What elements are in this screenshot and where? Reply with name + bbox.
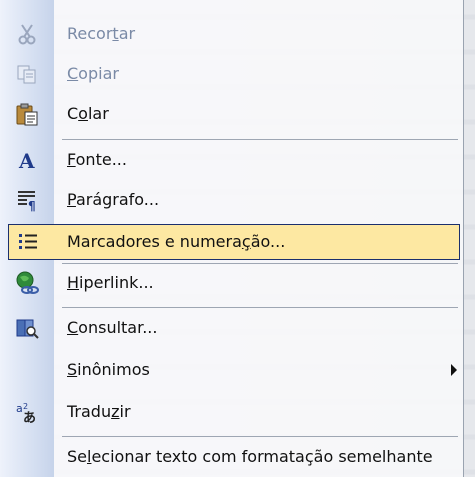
svg-text:あ: あ bbox=[23, 411, 36, 424]
menu-separator bbox=[62, 436, 458, 437]
menu-item-label: Traduzir bbox=[67, 402, 131, 421]
svg-text:¶: ¶ bbox=[28, 199, 36, 212]
hyperlink-icon bbox=[14, 271, 40, 295]
menu-item-label: Recortar bbox=[67, 24, 136, 43]
menu-item-research[interactable]: Consultar... bbox=[0, 310, 463, 346]
font-icon: A bbox=[14, 148, 40, 172]
menu-item-label: Colar bbox=[67, 104, 109, 123]
menu-item-select-similar-formatting[interactable]: Selecionar texto com formatação semelhan… bbox=[0, 439, 463, 475]
bullets-icon bbox=[15, 230, 41, 254]
copy-icon bbox=[14, 62, 40, 86]
menu-item-paragraph[interactable]: ¶ Parágrafo... bbox=[0, 182, 463, 218]
menu-item-label: Fonte... bbox=[67, 150, 127, 169]
submenu-arrow-icon bbox=[451, 364, 457, 376]
menu-item-cut[interactable]: Recortar bbox=[0, 16, 463, 52]
translate-icon: a 2 あ bbox=[14, 400, 40, 424]
scissors-icon bbox=[14, 22, 40, 46]
menu-item-synonyms[interactable]: Sinônimos bbox=[0, 352, 463, 388]
menu-item-paste[interactable]: Colar bbox=[0, 96, 463, 132]
menu-item-label: Copiar bbox=[67, 64, 119, 83]
menu-item-label: Hiperlink... bbox=[67, 273, 154, 292]
menu-separator bbox=[62, 263, 458, 264]
research-icon bbox=[14, 316, 40, 340]
menu-item-label: Consultar... bbox=[67, 318, 158, 337]
menu-item-label: Selecionar texto com formatação semelhan… bbox=[67, 447, 433, 466]
menu-item-hyperlink[interactable]: Hiperlink... bbox=[0, 265, 463, 301]
menu-item-label: Sinônimos bbox=[67, 360, 150, 379]
menu-separator bbox=[62, 139, 458, 140]
menu-item-label: Parágrafo... bbox=[67, 190, 160, 209]
svg-text:A: A bbox=[18, 149, 35, 172]
menu-item-font[interactable]: A Fonte... bbox=[0, 142, 463, 178]
paragraph-icon: ¶ bbox=[14, 188, 40, 212]
svg-text:2: 2 bbox=[23, 402, 28, 411]
paste-icon bbox=[14, 102, 40, 126]
menu-item-label: Marcadores e numeração... bbox=[67, 232, 286, 251]
context-menu: Recortar Copiar Colar A Fonte... ¶ Parág… bbox=[0, 0, 464, 477]
menu-item-bullets-numbering[interactable]: Marcadores e numeração... bbox=[8, 224, 460, 260]
menu-item-copy[interactable]: Copiar bbox=[0, 56, 463, 92]
menu-separator bbox=[62, 307, 458, 308]
svg-text:a: a bbox=[16, 402, 23, 415]
menu-item-translate[interactable]: a 2 あ Traduzir bbox=[0, 394, 463, 430]
